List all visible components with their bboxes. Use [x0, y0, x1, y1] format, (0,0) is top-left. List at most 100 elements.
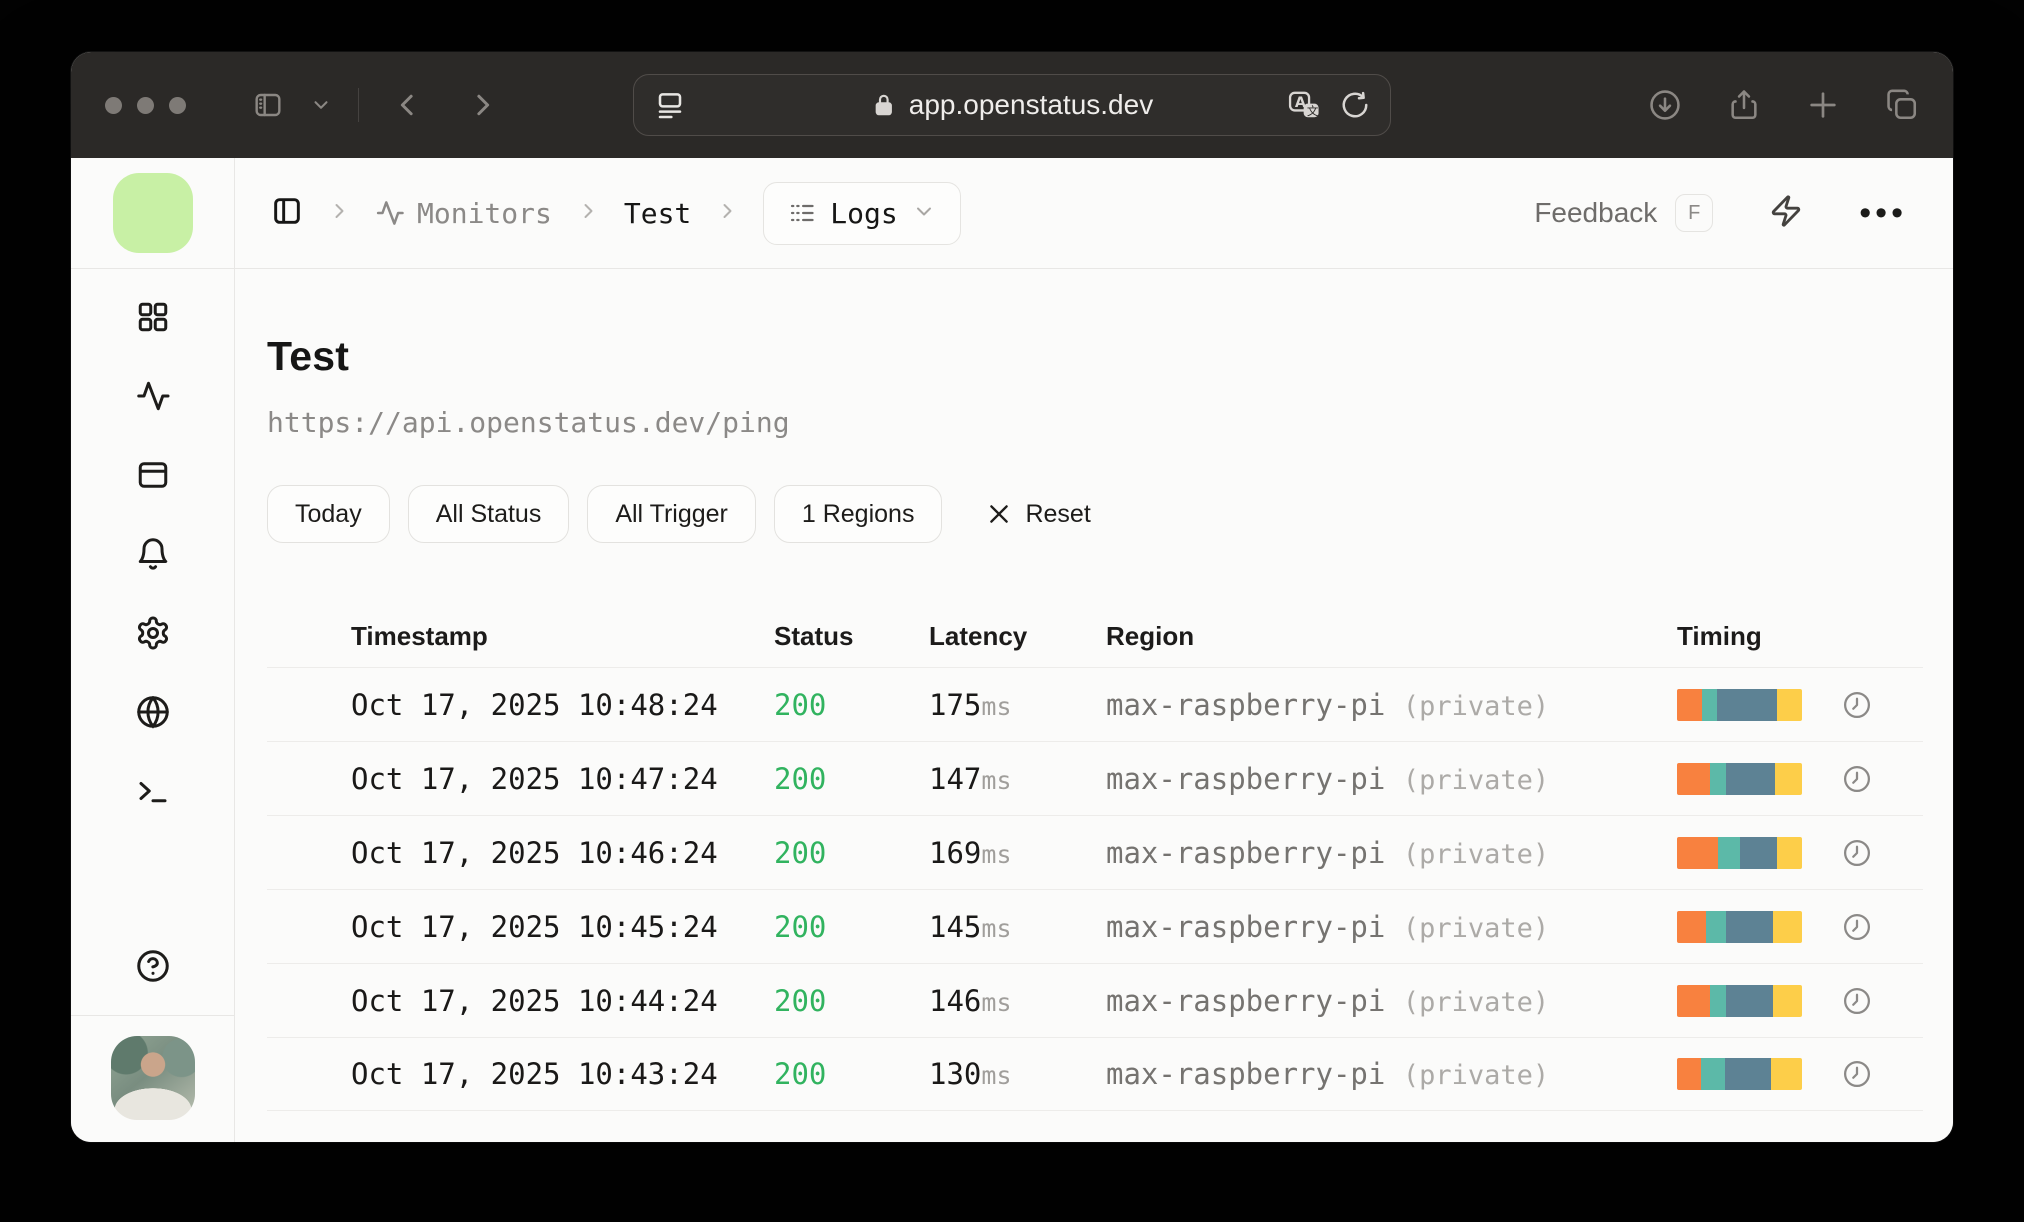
cell-latency: 146 [929, 983, 982, 1018]
cell-latency: 130 [929, 1057, 982, 1091]
help-button[interactable] [135, 948, 171, 1015]
logs-icon [791, 204, 814, 222]
table-row[interactable]: Oct 17, 2025 10:45:24 200 145ms max-rasp… [267, 889, 1923, 963]
cell-latency: 145 [929, 909, 982, 944]
table-header-row: Timestamp Status Latency Region Timing [267, 605, 1923, 667]
minimize-button[interactable] [137, 96, 154, 114]
cell-timestamp: Oct 17, 2025 10:45:24 [351, 909, 718, 944]
sidebar-item-settings[interactable] [135, 615, 171, 656]
clock-icon[interactable] [1842, 912, 1923, 942]
zap-icon[interactable] [1769, 194, 1803, 233]
tab-overview-icon[interactable] [1885, 88, 1919, 122]
bell-icon [138, 538, 167, 570]
sidebar-item-global[interactable] [135, 694, 171, 735]
translate-icon[interactable]: A文 [1286, 88, 1324, 122]
table-row[interactable]: Oct 17, 2025 10:44:24 200 146ms max-rasp… [267, 963, 1923, 1037]
address-bar[interactable]: app.openstatus.dev A文 [633, 74, 1391, 136]
sidebar-item-cli[interactable] [135, 773, 171, 814]
sidebar-item-monitors[interactable] [135, 378, 171, 419]
timing-bar [1677, 836, 1802, 869]
reload-icon[interactable] [1340, 90, 1370, 120]
table-row[interactable]: Oct 17, 2025 10:43:24 200 130ms max-rasp… [267, 1037, 1923, 1111]
new-tab-icon[interactable] [1806, 88, 1840, 122]
cell-timestamp: Oct 17, 2025 10:43:24 [351, 1057, 718, 1091]
filter-status-button[interactable]: All Status [407, 485, 570, 543]
clock-icon[interactable] [1842, 986, 1923, 1016]
forward-button[interactable] [467, 90, 497, 120]
cell-latency: 169 [929, 835, 982, 870]
timing-bar [1677, 984, 1802, 1017]
share-icon[interactable] [1727, 88, 1761, 122]
reset-filters-button[interactable]: Reset [986, 500, 1091, 529]
breadcrumb-monitors[interactable]: Monitors [375, 197, 552, 230]
chevron-down-icon[interactable] [310, 94, 332, 116]
logs-table: Timestamp Status Latency Region Timing O… [267, 605, 1923, 1111]
clock-icon[interactable] [1842, 1059, 1923, 1089]
cell-status: 200 [774, 761, 827, 796]
cell-timestamp: Oct 17, 2025 10:44:24 [351, 983, 718, 1018]
table-row[interactable]: Oct 17, 2025 10:47:24 200 147ms max-rasp… [267, 741, 1923, 815]
breadcrumb-monitor-name[interactable]: Test [624, 197, 691, 230]
clock-icon[interactable] [1842, 838, 1923, 868]
reader-icon[interactable] [654, 89, 686, 121]
cell-region: max-raspberry-pi [1106, 687, 1386, 722]
timing-bar [1677, 688, 1802, 721]
browser-icon [138, 462, 167, 488]
grid-icon [138, 302, 167, 332]
breadcrumb-separator [576, 199, 600, 228]
feedback-button[interactable]: Feedback [1534, 197, 1657, 229]
activity-icon [376, 201, 404, 225]
x-icon [990, 505, 1009, 523]
cell-timestamp: Oct 17, 2025 10:47:24 [351, 761, 718, 796]
cell-region: max-raspberry-pi [1106, 761, 1386, 796]
cell-region: max-raspberry-pi [1106, 835, 1386, 870]
logs-view-selector[interactable]: Logs [763, 181, 961, 245]
table-row[interactable]: Oct 17, 2025 10:46:24 200 169ms max-rasp… [267, 815, 1923, 889]
chevron-down-icon [912, 197, 936, 230]
downloads-icon[interactable] [1648, 88, 1682, 122]
workspace-logo[interactable] [112, 173, 193, 253]
terminal-icon [139, 782, 166, 803]
sidebar-item-status-pages[interactable] [135, 457, 171, 498]
table-row[interactable]: Oct 17, 2025 10:48:24 200 175ms max-rasp… [267, 667, 1923, 741]
divider [358, 88, 359, 122]
cell-region: max-raspberry-pi [1106, 1057, 1386, 1091]
gear-icon [137, 616, 168, 650]
timing-bar [1677, 762, 1802, 795]
breadcrumb-separator [327, 199, 351, 228]
cell-status: 200 [774, 1057, 827, 1091]
cell-status: 200 [774, 687, 827, 722]
column-header-region: Region [1106, 620, 1195, 651]
sidebar-item-notifications[interactable] [135, 536, 171, 577]
app-header: Monitors Test Logs Feedback F ••• [235, 158, 1953, 269]
panel-toggle-icon[interactable] [271, 195, 303, 232]
close-button[interactable] [105, 96, 122, 114]
cell-region: max-raspberry-pi [1106, 983, 1386, 1018]
monitor-endpoint-url: https://api.openstatus.dev/ping [267, 406, 790, 439]
sidebar-toggle-icon[interactable] [252, 89, 284, 121]
cell-latency: 175 [929, 687, 982, 722]
page-title: Test [267, 333, 350, 379]
workspace-logo-cell [71, 158, 235, 269]
column-header-timestamp: Timestamp [351, 620, 488, 651]
cell-status: 200 [774, 909, 827, 944]
column-header-latency: Latency [929, 620, 1028, 651]
timing-bar [1677, 1058, 1802, 1090]
zoom-button[interactable] [169, 96, 186, 114]
lock-icon [871, 92, 897, 118]
filter-trigger-button[interactable]: All Trigger [587, 485, 756, 543]
activity-icon [136, 381, 169, 411]
clock-icon[interactable] [1842, 690, 1923, 720]
filter-regions-button[interactable]: 1 Regions [773, 485, 943, 543]
timing-bar [1677, 910, 1802, 943]
column-header-status: Status [774, 620, 854, 651]
sidebar [71, 269, 235, 1142]
clock-icon[interactable] [1842, 764, 1923, 794]
user-avatar[interactable] [110, 1036, 195, 1120]
back-button[interactable] [393, 90, 423, 120]
sidebar-item-dashboard[interactable] [135, 299, 171, 340]
feedback-shortcut-badge: F [1675, 194, 1714, 232]
traffic-lights [105, 96, 186, 114]
url-text: app.openstatus.dev [908, 89, 1154, 120]
filter-date-button[interactable]: Today [267, 485, 390, 543]
